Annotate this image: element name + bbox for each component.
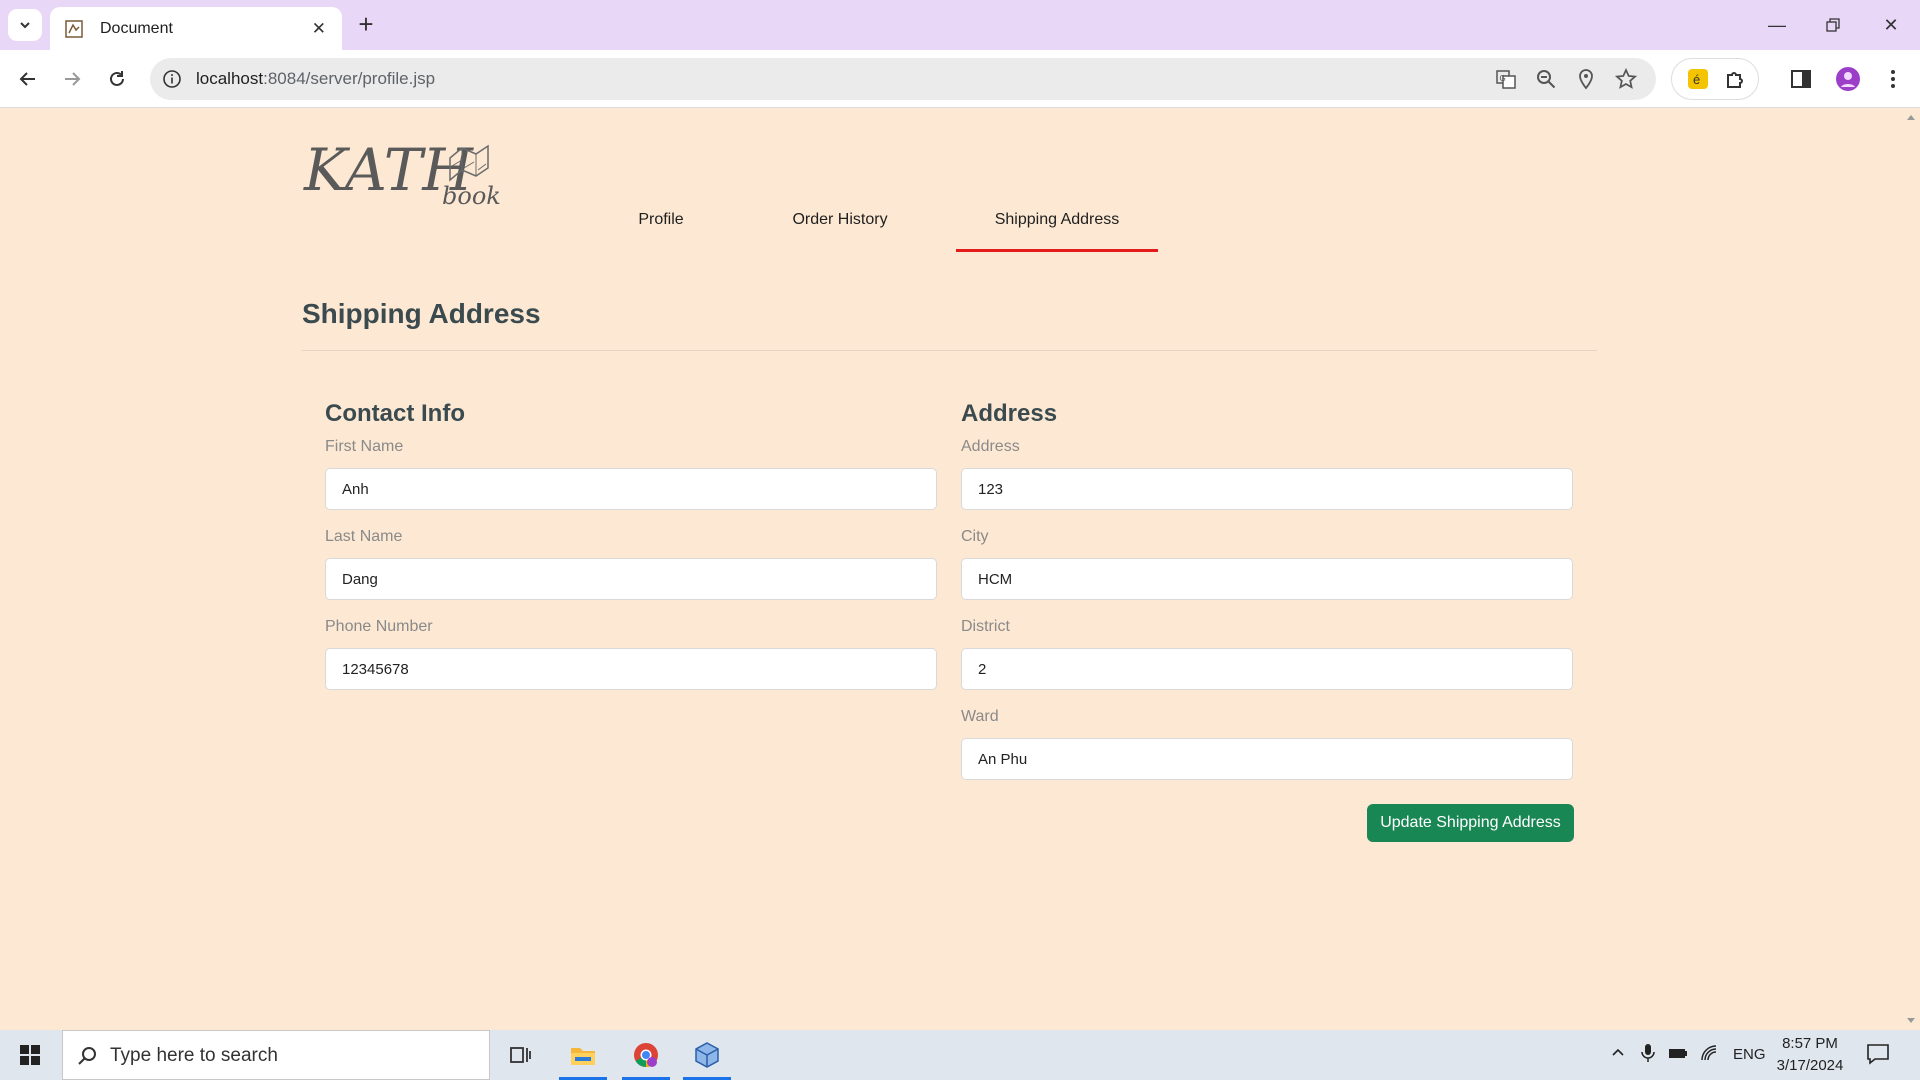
page-title: Shipping Address bbox=[302, 298, 541, 329]
clock-time: 8:57 PM bbox=[1782, 1035, 1838, 1052]
browser-toolbar: localhost:8084/server/profile.jsp G é bbox=[0, 50, 1920, 108]
bookmark-star-icon[interactable] bbox=[1614, 67, 1638, 91]
update-shipping-address-button[interactable]: Update Shipping Address bbox=[1367, 804, 1574, 842]
close-window-button[interactable]: ✕ bbox=[1866, 8, 1916, 42]
url-host: localhost bbox=[196, 69, 264, 88]
search-icon bbox=[78, 1047, 96, 1065]
extensions-puzzle-icon[interactable] bbox=[1724, 67, 1748, 91]
browser-tab[interactable]: Document ✕ bbox=[50, 7, 342, 50]
ward-field[interactable] bbox=[961, 738, 1573, 780]
tab-order-history[interactable]: Order History bbox=[770, 202, 910, 252]
windows-logo-icon bbox=[20, 1045, 40, 1065]
tab-search-button[interactable] bbox=[8, 9, 42, 41]
restore-button[interactable] bbox=[1808, 8, 1858, 42]
restore-icon bbox=[1826, 18, 1840, 32]
page-content: KATH book Profile Order History Shipping… bbox=[0, 108, 1920, 1030]
city-label: City bbox=[961, 528, 989, 545]
windows-taskbar: Type here to search ENG 8:57 PM 3/17/202… bbox=[0, 1030, 1920, 1080]
notification-icon[interactable] bbox=[1866, 1043, 1890, 1069]
district-label: District bbox=[961, 618, 1010, 635]
first-name-label: First Name bbox=[325, 438, 404, 455]
arrow-left-icon bbox=[19, 72, 35, 86]
last-name-label: Last Name bbox=[325, 528, 403, 545]
taskbar-search-box[interactable]: Type here to search bbox=[62, 1030, 490, 1080]
start-button[interactable] bbox=[2, 1030, 58, 1080]
tab-shipping-address[interactable]: Shipping Address bbox=[956, 202, 1158, 252]
arrow-right-icon bbox=[65, 72, 81, 86]
address-label: Address bbox=[961, 438, 1020, 455]
chevron-up-icon[interactable] bbox=[1610, 1044, 1626, 1064]
address-bar[interactable]: localhost:8084/server/profile.jsp G bbox=[150, 58, 1656, 100]
ward-label: Ward bbox=[961, 708, 999, 725]
task-view-icon bbox=[510, 1047, 531, 1063]
battery-icon[interactable] bbox=[1668, 1045, 1688, 1065]
page-scrollbar[interactable] bbox=[1902, 108, 1920, 1030]
zoom-icon[interactable] bbox=[1534, 67, 1558, 91]
first-name-field[interactable] bbox=[325, 468, 937, 510]
menu-kebab-icon[interactable] bbox=[1879, 65, 1907, 93]
page-favicon-icon bbox=[64, 19, 84, 39]
task-view-button[interactable] bbox=[492, 1030, 548, 1080]
kath-book-logo[interactable]: KATH book bbox=[302, 128, 502, 212]
tab-shipping-address-label: Shipping Address bbox=[994, 211, 1120, 228]
city-field[interactable] bbox=[961, 558, 1573, 600]
svg-text:book: book bbox=[442, 182, 501, 210]
side-panel-icon[interactable] bbox=[1787, 65, 1815, 93]
cube-icon bbox=[695, 1042, 719, 1068]
new-tab-button[interactable]: + bbox=[352, 11, 380, 39]
file-explorer-app[interactable] bbox=[555, 1030, 611, 1080]
forward-button[interactable] bbox=[56, 63, 88, 95]
close-tab-icon[interactable]: ✕ bbox=[312, 19, 326, 39]
system-clock[interactable]: 8:57 PM 3/17/2024 bbox=[1770, 1033, 1850, 1077]
contact-info-heading: Contact Info bbox=[325, 400, 465, 427]
minimize-button[interactable]: — bbox=[1752, 8, 1802, 42]
profile-avatar[interactable] bbox=[1834, 65, 1862, 93]
extension-coccoc-icon[interactable]: é bbox=[1686, 67, 1710, 91]
microphone-icon[interactable] bbox=[1640, 1043, 1656, 1067]
extensions-group: é bbox=[1671, 58, 1759, 100]
folder-icon bbox=[571, 1048, 595, 1065]
translate-icon[interactable]: G bbox=[1494, 67, 1518, 91]
virtualbox-app[interactable] bbox=[679, 1030, 735, 1080]
tab-order-history-label: Order History bbox=[792, 211, 888, 228]
search-placeholder: Type here to search bbox=[110, 1045, 278, 1066]
browser-tab-strip: Document ✕ + — ✕ bbox=[0, 0, 1920, 50]
phone-number-field[interactable] bbox=[325, 648, 937, 690]
language-indicator[interactable]: ENG bbox=[1733, 1046, 1766, 1063]
divider bbox=[302, 350, 1597, 351]
svg-text:é: é bbox=[1693, 72, 1700, 87]
url-text: localhost:8084/server/profile.jsp bbox=[196, 69, 435, 89]
tab-profile-label: Profile bbox=[638, 211, 684, 228]
reload-button[interactable] bbox=[101, 63, 133, 95]
district-field[interactable] bbox=[961, 648, 1573, 690]
clock-date: 3/17/2024 bbox=[1776, 1057, 1844, 1074]
tab-profile[interactable]: Profile bbox=[614, 202, 708, 252]
last-name-field[interactable] bbox=[325, 558, 937, 600]
svg-text:G: G bbox=[1500, 74, 1506, 83]
chevron-down-icon bbox=[20, 22, 30, 29]
phone-number-label: Phone Number bbox=[325, 618, 433, 635]
site-info-icon[interactable] bbox=[162, 69, 182, 89]
tab-title: Document bbox=[100, 19, 173, 37]
back-button[interactable] bbox=[12, 63, 44, 95]
chrome-app[interactable] bbox=[618, 1030, 674, 1080]
address-heading: Address bbox=[961, 400, 1058, 427]
url-path: :8084/server/profile.jsp bbox=[263, 69, 436, 88]
reload-icon bbox=[110, 71, 124, 86]
location-icon[interactable] bbox=[1574, 67, 1598, 91]
wifi-icon[interactable] bbox=[1700, 1044, 1718, 1066]
chrome-icon bbox=[634, 1043, 658, 1067]
address-field[interactable] bbox=[961, 468, 1573, 510]
